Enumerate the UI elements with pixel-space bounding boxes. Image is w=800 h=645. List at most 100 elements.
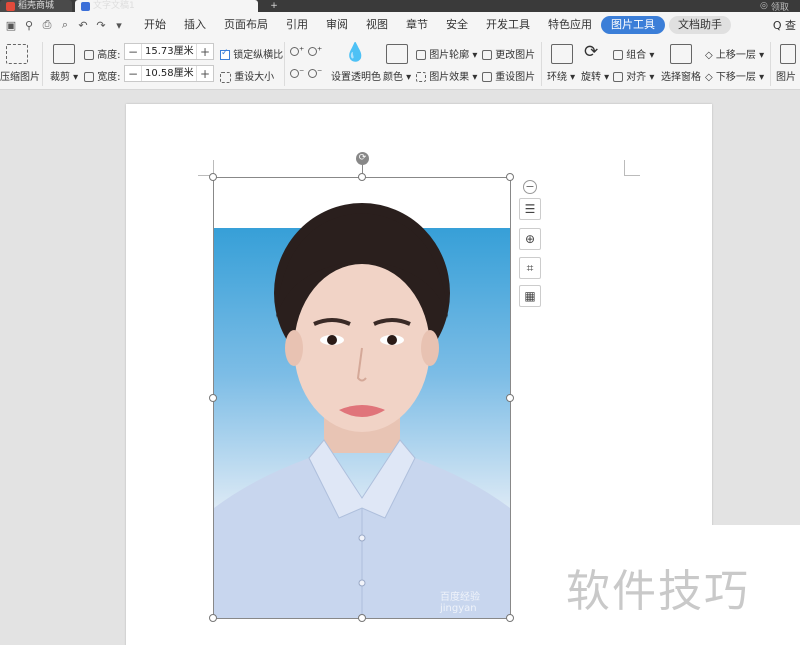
height-label: 高度: — [84, 46, 121, 61]
picture-effects-button[interactable]: 图片效果 ▾ — [416, 68, 477, 83]
align-button[interactable]: 对齐 ▾ — [613, 68, 654, 83]
undo-icon[interactable]: ↶ — [76, 18, 90, 32]
resize-handle-bottom[interactable] — [358, 614, 366, 622]
color-button[interactable]: 颜色 ▾ — [383, 68, 411, 83]
align-icon — [613, 72, 623, 82]
resize-handle-right[interactable] — [506, 394, 514, 402]
preview-icon[interactable]: ⌕ — [58, 18, 72, 32]
menu-start[interactable]: 开始 — [135, 16, 175, 34]
selection-frame — [213, 177, 511, 619]
tab-document[interactable]: 文字文稿1 — [75, 0, 258, 12]
lock-ratio-checkbox[interactable]: 锁定纵横比 — [220, 46, 283, 61]
brightness-up-icon — [290, 46, 299, 56]
margin-mark-right — [624, 160, 640, 176]
change-picture-button[interactable]: 更改图片 — [482, 46, 535, 61]
crop-tool-icon[interactable]: ⌗ — [519, 257, 541, 279]
login-area[interactable]: ◎ 领取 — [760, 0, 800, 13]
menu-developer[interactable]: 开发工具 — [477, 16, 539, 34]
menu-insert[interactable]: 插入 — [175, 16, 215, 34]
crop-button[interactable]: 裁剪 ▾ — [50, 68, 78, 83]
group-button[interactable]: 组合 ▾ — [613, 46, 654, 61]
layout-options-icon[interactable]: ☰ — [519, 198, 541, 220]
outline-icon — [416, 50, 426, 60]
zoom-in-icon[interactable]: ⊕ — [519, 228, 541, 250]
user-icon: ◎ — [760, 1, 768, 11]
menu-tabs: 开始 插入 页面布局 引用 审阅 视图 章节 安全 开发工具 特色应用 图片工具… — [135, 16, 731, 34]
color-icon — [386, 44, 408, 64]
picture-more-icon — [780, 44, 796, 64]
resize-handle-top-right[interactable] — [506, 173, 514, 181]
print-icon[interactable]: ⎙ — [40, 18, 54, 32]
height-value[interactable]: 15.73厘米 — [141, 44, 197, 59]
width-icon — [84, 72, 94, 82]
menu-picture-tools[interactable]: 图片工具 — [601, 16, 665, 34]
resize-handle-bottom-right[interactable] — [506, 614, 514, 622]
selection-pane-icon — [670, 44, 692, 64]
height-icon — [84, 50, 94, 60]
width-label: 宽度: — [84, 68, 121, 83]
bring-forward-button[interactable]: ◇ 上移一层 ▾ — [705, 46, 764, 61]
brightness-up-button[interactable]: ⁺ — [290, 46, 304, 57]
compress-picture-button[interactable]: 压缩图片 — [0, 68, 40, 83]
more-icon[interactable]: ▾ — [112, 18, 126, 32]
wrap-button[interactable]: 环绕 ▾ — [547, 68, 575, 83]
tab-document-label: 文字文稿1 — [93, 1, 135, 11]
bring-forward-icon: ◇ — [705, 50, 713, 61]
crop-icon — [53, 44, 75, 64]
wps-store-icon — [6, 1, 15, 11]
menu-page-layout[interactable]: 页面布局 — [215, 16, 277, 34]
picture-more-button[interactable]: 图片 — [776, 68, 796, 83]
rotate-icon: ⟳ — [584, 42, 599, 62]
reset-picture-button[interactable]: 重设图片 — [482, 68, 535, 83]
selection-pane-button[interactable]: 选择窗格 — [661, 68, 701, 83]
redo-icon[interactable]: ↷ — [94, 18, 108, 32]
width-increment[interactable]: + — [197, 67, 213, 81]
collapse-toolbar-icon[interactable]: − — [523, 180, 537, 194]
brightness-down-icon — [290, 68, 299, 78]
send-backward-button[interactable]: ◇ 下移一层 ▾ — [705, 68, 764, 83]
droplet-icon: 💧 — [344, 42, 367, 63]
cloud-icon[interactable]: ⚲ — [22, 18, 36, 32]
set-transparent-button[interactable]: 设置透明色 — [331, 68, 381, 83]
resize-handle-left[interactable] — [209, 394, 217, 402]
send-backward-icon: ◇ — [705, 72, 713, 83]
tab-store-label: 稻壳商城 — [18, 1, 55, 11]
group-icon — [613, 50, 623, 60]
quick-access-toolbar: ▣ ⚲ ⎙ ⌕ ↶ ↷ ▾ — [0, 18, 135, 32]
brightness-down-button[interactable]: ⁻ — [290, 68, 304, 79]
height-decrement[interactable]: − — [125, 45, 141, 59]
menu-view[interactable]: 视图 — [357, 16, 397, 34]
picture-outline-button[interactable]: 图片轮廓 ▾ — [416, 46, 477, 61]
height-stepper[interactable]: − 15.73厘米 + — [124, 43, 214, 60]
rotate-button[interactable]: 旋转 ▾ — [581, 68, 609, 83]
change-picture-icon — [482, 50, 492, 60]
contrast-up-button[interactable]: ⁺ — [308, 46, 322, 57]
image-adjust-icon[interactable]: ▦ — [519, 285, 541, 307]
document-icon — [81, 1, 90, 11]
height-increment[interactable]: + — [197, 45, 213, 59]
title-bar: 稻壳商城 文字文稿1 + ◎ 领取 — [0, 0, 800, 13]
login-label: 领取 — [770, 2, 789, 13]
resize-handle-bottom-left[interactable] — [209, 614, 217, 622]
menu-review[interactable]: 审阅 — [317, 16, 357, 34]
tab-store[interactable]: 稻壳商城 — [0, 0, 72, 12]
menu-security[interactable]: 安全 — [437, 16, 477, 34]
width-value[interactable]: 10.58厘米 — [141, 66, 197, 81]
new-tab-button[interactable]: + — [262, 0, 286, 12]
menu-doc-assistant[interactable]: 文档助手 — [669, 16, 731, 34]
width-stepper[interactable]: − 10.58厘米 + — [124, 65, 214, 82]
contrast-down-icon — [308, 68, 317, 78]
reset-size-button[interactable]: 重设大小 — [220, 68, 274, 83]
menu-chapter[interactable]: 章节 — [397, 16, 437, 34]
contrast-down-button[interactable]: ⁻ — [308, 68, 322, 79]
width-decrement[interactable]: − — [125, 67, 141, 81]
site-watermark: 软件技巧 — [566, 566, 750, 617]
resize-handle-top[interactable] — [358, 173, 366, 181]
resize-handle-top-left[interactable] — [209, 173, 217, 181]
rotate-handle[interactable]: ⟳ — [356, 152, 369, 165]
menu-features[interactable]: 特色应用 — [539, 16, 601, 34]
menu-references[interactable]: 引用 — [277, 16, 317, 34]
reset-size-icon — [220, 71, 231, 83]
search-button[interactable]: Q 查 — [773, 17, 796, 33]
save-icon[interactable]: ▣ — [4, 18, 18, 32]
